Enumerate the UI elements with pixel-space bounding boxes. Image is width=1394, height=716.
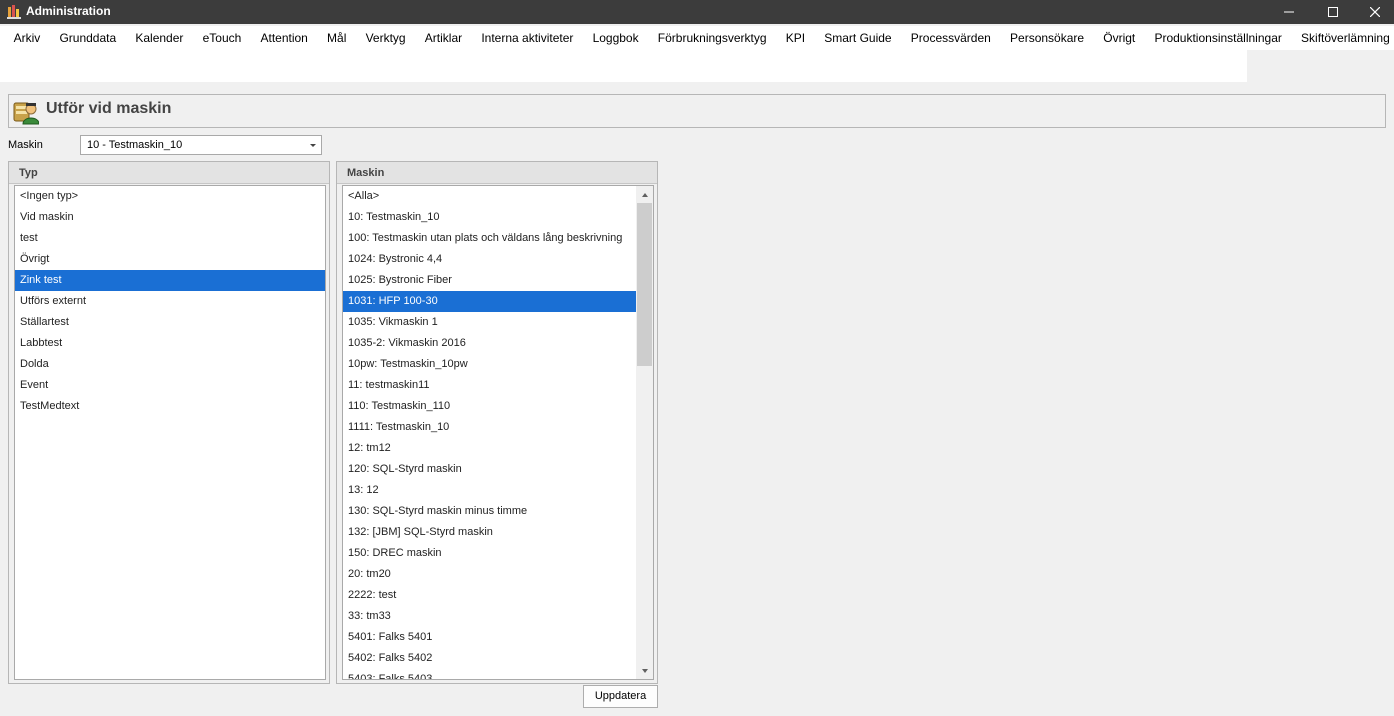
scroll-down-button[interactable] (636, 662, 653, 679)
close-button[interactable] (1354, 0, 1394, 24)
maskin-list-item[interactable]: 1035: Vikmaskin 1 (343, 312, 637, 333)
maskin-list-item[interactable]: 2222: test (343, 585, 637, 606)
page-title: Utför vid maskin (46, 100, 172, 117)
typ-list-item[interactable]: Utförs externt (15, 291, 325, 312)
typ-list-item[interactable]: Vid maskin (15, 207, 325, 228)
menu-arkiv[interactable]: Arkiv (4, 26, 50, 50)
maskin-list-item[interactable]: 13: 12 (343, 480, 637, 501)
menu-bar: Arkiv Grunddata Kalender eTouch Attentio… (0, 26, 1394, 50)
menu-smart-guide[interactable]: Smart Guide (815, 26, 902, 50)
menu-skiftoverlamning[interactable]: Skiftöverlämning (1291, 26, 1394, 50)
page-header: Utför vid maskin (8, 94, 1386, 128)
menu-kpi[interactable]: KPI (776, 26, 815, 50)
menu-produktionsinstallningar[interactable]: Produktionsinställningar (1145, 26, 1292, 50)
maskin-list-item[interactable]: 11: testmaskin11 (343, 375, 637, 396)
typ-list-item[interactable]: Dolda (15, 354, 325, 375)
typ-heading: Typ (9, 162, 329, 184)
menu-attention[interactable]: Attention (251, 26, 318, 50)
maskin-list-scrollbar[interactable] (636, 186, 653, 679)
window-title: Administration (26, 4, 111, 18)
typ-list-item-selected[interactable]: Zink test (15, 270, 325, 291)
minimize-icon (1284, 11, 1294, 13)
maskin-list-item[interactable]: 10: Testmaskin_10 (343, 207, 637, 228)
maskin-list-item[interactable]: 5401: Falks 5401 (343, 627, 637, 648)
maskin-dropdown-value: 10 - Testmaskin_10 (87, 139, 183, 151)
typ-list-item[interactable]: Ställartest (15, 312, 325, 333)
menu-personsokare[interactable]: Personsökare (1000, 26, 1093, 50)
maskin-label: Maskin (8, 139, 43, 151)
typ-list-item[interactable]: Labbtest (15, 333, 325, 354)
maskin-list-item[interactable]: 130: SQL-Styrd maskin minus timme (343, 501, 637, 522)
menu-mal[interactable]: Mål (317, 26, 356, 50)
maskin-list-item-selected[interactable]: 1031: HFP 100-30 (343, 291, 637, 312)
arrow-up-icon (641, 192, 648, 197)
typ-list[interactable]: <Ingen typ> Vid maskin test Övrigt Zink … (14, 185, 326, 680)
menu-verktyg[interactable]: Verktyg (356, 26, 415, 50)
maximize-button[interactable] (1312, 0, 1354, 24)
menu-interna-aktiviteter[interactable]: Interna aktiviteter (472, 26, 583, 50)
maskin-list-item[interactable]: 1024: Bystronic 4,4 (343, 249, 637, 270)
typ-list-item[interactable]: <Ingen typ> (15, 186, 325, 207)
maskin-list-item[interactable]: 33: tm33 (343, 606, 637, 627)
arrow-down-icon (641, 668, 648, 673)
scroll-thumb[interactable] (637, 203, 652, 366)
maskin-list-item[interactable]: 1035-2: Vikmaskin 2016 (343, 333, 637, 354)
menu-etouch[interactable]: eTouch (193, 26, 251, 50)
typ-list-item[interactable]: Övrigt (15, 249, 325, 270)
maskin-list[interactable]: <Alla> 10: Testmaskin_10 100: Testmaskin… (342, 185, 654, 680)
menu-ovrigt[interactable]: Övrigt (1094, 26, 1145, 50)
chevron-down-icon (310, 144, 316, 147)
maskin-list-item[interactable]: 5402: Falks 5402 (343, 648, 637, 669)
maskin-list-item[interactable]: <Alla> (343, 186, 637, 207)
maskin-list-item[interactable]: 5403: Falks 5403 (343, 669, 637, 679)
menu-forbrukningsverktyg[interactable]: Förbrukningsverktyg (648, 26, 776, 50)
menu-kalender[interactable]: Kalender (126, 26, 193, 50)
menu-processvarden[interactable]: Processvärden (901, 26, 1000, 50)
toolstrip (0, 50, 1247, 82)
maskin-list-item[interactable]: 132: [JBM] SQL-Styrd maskin (343, 522, 637, 543)
minimize-button[interactable] (1268, 0, 1310, 24)
maskin-list-item[interactable]: 100: Testmaskin utan plats och väldans l… (343, 228, 637, 249)
maskin-list-item[interactable]: 1111: Testmaskin_10 (343, 417, 637, 438)
maskin-list-item[interactable]: 20: tm20 (343, 564, 637, 585)
update-button[interactable]: Uppdatera (583, 685, 658, 708)
close-icon (1370, 7, 1380, 17)
menu-artiklar[interactable]: Artiklar (415, 26, 472, 50)
maskin-list-item[interactable]: 10pw: Testmaskin_10pw (343, 354, 637, 375)
maskin-list-item[interactable]: 120: SQL-Styrd maskin (343, 459, 637, 480)
typ-panel: Typ <Ingen typ> Vid maskin test Övrigt Z… (8, 161, 330, 684)
maskin-dropdown[interactable]: 10 - Testmaskin_10 (80, 135, 322, 155)
maskin-list-item[interactable]: 12: tm12 (343, 438, 637, 459)
typ-list-item[interactable]: Event (15, 375, 325, 396)
maskin-list-item[interactable]: 150: DREC maskin (343, 543, 637, 564)
menu-loggbok[interactable]: Loggbok (583, 26, 648, 50)
maskin-panel: Maskin <Alla> 10: Testmaskin_10 100: Tes… (336, 161, 658, 684)
maximize-icon (1328, 7, 1338, 17)
title-bar: Administration (0, 0, 1394, 24)
maskin-list-item[interactable]: 110: Testmaskin_110 (343, 396, 637, 417)
maskin-list-item[interactable]: 1025: Bystronic Fiber (343, 270, 637, 291)
maskin-heading: Maskin (337, 162, 657, 184)
scroll-up-button[interactable] (636, 186, 653, 203)
machine-user-icon (13, 102, 39, 125)
typ-list-item[interactable]: test (15, 228, 325, 249)
app-logo-icon (7, 5, 21, 19)
typ-list-item[interactable]: TestMedtext (15, 396, 325, 417)
menu-grunddata[interactable]: Grunddata (50, 26, 126, 50)
